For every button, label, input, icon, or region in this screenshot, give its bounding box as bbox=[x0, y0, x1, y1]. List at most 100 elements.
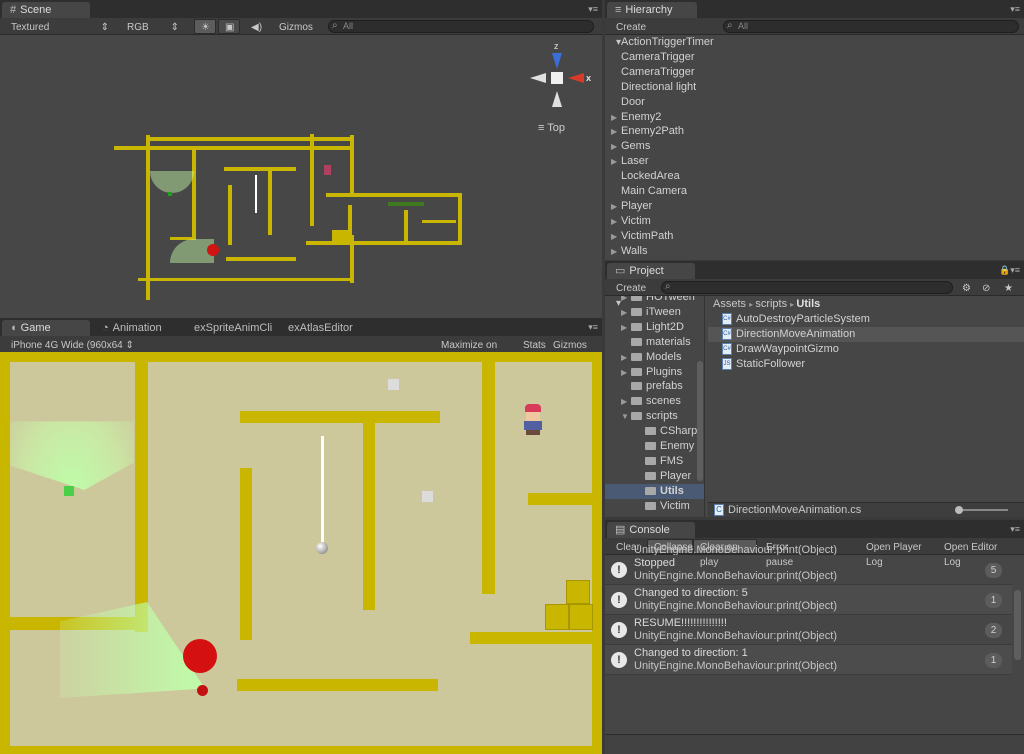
scene-tabbar: # Scene ▾≡ bbox=[0, 0, 602, 18]
hierarchy-item[interactable]: LockedArea bbox=[605, 169, 1024, 184]
asset-item[interactable]: C# AutoDestroyParticleSystem bbox=[708, 312, 1024, 327]
filter-label-icon[interactable]: ⊘ bbox=[975, 280, 995, 295]
expand-arrow-icon[interactable]: ▶ bbox=[611, 199, 621, 214]
game-viewport[interactable] bbox=[0, 352, 602, 754]
project-create-button[interactable]: Create ▾ bbox=[609, 280, 655, 309]
tab-scene[interactable]: # Scene bbox=[2, 2, 90, 18]
folder-tree: ▶ HOTween ▶ iTween ▶ Light2D materials ▶ Models ▶… bbox=[605, 296, 705, 517]
expand-arrow-icon[interactable]: ▶ bbox=[611, 124, 621, 139]
hierarchy-item[interactable]: Main Camera bbox=[605, 184, 1024, 199]
project-search-input[interactable] bbox=[661, 281, 953, 294]
hierarchy-item[interactable]: ▶ Victim bbox=[605, 214, 1024, 229]
audio-toggle[interactable]: ◀) bbox=[244, 19, 266, 34]
hierarchy-item[interactable]: ▶ Gems bbox=[605, 139, 1024, 154]
hierarchy-item-label: CameraTrigger bbox=[621, 50, 695, 63]
maximize-on-play-toggle[interactable]: Maximize on Play bbox=[434, 337, 518, 366]
panel-menu-icon[interactable]: ▾≡ bbox=[1010, 4, 1020, 14]
folder-tree-item[interactable]: CSharp bbox=[605, 424, 704, 439]
render-mode-dropdown[interactable]: RGB ⇕ bbox=[120, 19, 186, 34]
panel-menu-icon[interactable]: ▾≡ bbox=[588, 4, 598, 14]
tree-scrollbar[interactable] bbox=[697, 361, 703, 481]
asset-item[interactable]: C# DirectionMoveAnimation bbox=[708, 327, 1024, 342]
filter-type-icon[interactable]: ⚙ bbox=[955, 280, 975, 295]
icon-size-slider[interactable] bbox=[955, 506, 1008, 514]
hierarchy-item[interactable]: Door bbox=[605, 95, 1024, 110]
hierarchy-search-input[interactable]: All bbox=[723, 20, 1019, 33]
hierarchy-item[interactable]: ActionTriggerTimer bbox=[605, 35, 1024, 50]
shading-mode-dropdown[interactable]: Textured ⇕ bbox=[4, 19, 116, 34]
folder-tree-item[interactable]: ▶ Plugins bbox=[605, 365, 704, 380]
folder-tree-item[interactable]: Enemy bbox=[605, 439, 704, 454]
folder-tree-item[interactable]: ▶ HOTween bbox=[605, 296, 704, 305]
expand-arrow-icon[interactable]: ▶ bbox=[611, 154, 621, 169]
resolution-dropdown[interactable]: iPhone 4G Wide (960x64 ⇕ bbox=[4, 337, 144, 352]
view-label[interactable]: ≡ Top bbox=[538, 122, 565, 134]
tab-exatlaseditor[interactable]: exAtlasEditor bbox=[280, 320, 364, 336]
open-editor-log-button[interactable]: Open Editor Log bbox=[937, 539, 1017, 568]
hierarchy-item[interactable]: ▶ Laser bbox=[605, 154, 1024, 169]
expand-arrow-icon[interactable]: ▶ bbox=[621, 296, 631, 305]
console-entry[interactable]: ! Changed to direction: 5 UnityEngine.Mono… bbox=[605, 585, 1012, 615]
console-list: ! Stopped UnityEngine.MonoBehaviour:print(… bbox=[605, 555, 1012, 685]
expand-arrow-icon[interactable]: ▶ bbox=[621, 350, 631, 365]
tab-console[interactable]: ▤ Console bbox=[607, 522, 695, 538]
tab-project[interactable]: ▭ Project bbox=[607, 263, 695, 279]
console-entry[interactable]: ! Changed to direction: 1 UnityEngine.Mono… bbox=[605, 645, 1012, 675]
expand-arrow-icon[interactable]: ▶ bbox=[621, 305, 631, 320]
expand-arrow-icon[interactable]: ▶ bbox=[611, 139, 621, 154]
gizmos-dropdown[interactable]: Gizmos ▾ bbox=[272, 19, 324, 48]
expand-arrow-icon[interactable]: ▶ bbox=[611, 244, 621, 259]
hierarchy-item[interactable]: CameraTrigger bbox=[605, 50, 1024, 65]
folder-tree-item[interactable]: ▶ iTween bbox=[605, 305, 704, 320]
hierarchy-item[interactable]: ▶ Enemy2Path bbox=[605, 124, 1024, 139]
lock-icon[interactable]: 🔒▾≡ bbox=[999, 265, 1020, 275]
stats-toggle[interactable]: Stats bbox=[516, 337, 546, 352]
expand-arrow-icon[interactable]: ▶ bbox=[611, 229, 621, 244]
breadcrumb-item[interactable]: Utils bbox=[796, 298, 820, 310]
console-entry[interactable]: ! RESUME!!!!!!!!!!!!!!! UnityEngine.MonoBe… bbox=[605, 615, 1012, 645]
asset-item[interactable]: JS StaticFollower bbox=[708, 357, 1024, 372]
tab-exspriteanimcli[interactable]: exSpriteAnimCli bbox=[186, 320, 278, 336]
expand-arrow-icon[interactable]: ▶ bbox=[621, 365, 631, 380]
orientation-gizmo[interactable]: z x bbox=[528, 41, 598, 111]
scene-viewport[interactable]: z x ≡ Top bbox=[0, 35, 602, 318]
expand-arrow-icon[interactable]: ▶ bbox=[611, 110, 621, 125]
hierarchy-item[interactable]: CameraTrigger bbox=[605, 65, 1024, 80]
tab-hierarchy[interactable]: ≡ Hierarchy bbox=[607, 2, 697, 18]
expand-arrow-icon[interactable]: ▼ bbox=[621, 409, 631, 424]
folder-tree-item[interactable]: prefabs bbox=[605, 379, 704, 394]
expand-arrow-icon[interactable]: ▶ bbox=[621, 320, 631, 335]
folder-tree-item[interactable]: FMS bbox=[605, 454, 704, 469]
open-player-log-button[interactable]: Open Player Log bbox=[859, 539, 937, 568]
console-scrollbar[interactable] bbox=[1014, 590, 1021, 660]
tab-game[interactable]: ◖ Game bbox=[2, 320, 90, 336]
folder-tree-item[interactable]: Player bbox=[605, 469, 704, 484]
console-entry[interactable]: ! Stopped UnityEngine.MonoBehaviour:print(… bbox=[605, 555, 1012, 585]
hierarchy-item[interactable]: ▶ Player bbox=[605, 199, 1024, 214]
hierarchy-item[interactable]: Directional light bbox=[605, 80, 1024, 95]
tab-animation[interactable]: ◔ Animation bbox=[94, 320, 184, 336]
expand-arrow-icon[interactable]: ▶ bbox=[621, 394, 631, 409]
expand-arrow-icon[interactable]: ▶ bbox=[611, 214, 621, 229]
game-gizmos-dropdown[interactable]: Gizmos ▾ bbox=[546, 337, 598, 366]
favorites-star-icon[interactable]: ★ bbox=[997, 280, 1017, 295]
lighting-toggle[interactable]: ☀ bbox=[194, 19, 216, 34]
folder-tree-item[interactable]: ▼ scripts bbox=[605, 409, 704, 424]
scene-search-input[interactable]: All bbox=[328, 20, 594, 33]
folder-tree-item[interactable]: ▶ Light2D bbox=[605, 320, 704, 335]
folder-tree-item[interactable]: ▶ scenes bbox=[605, 394, 704, 409]
folder-tree-item[interactable]: materials bbox=[605, 335, 704, 350]
hierarchy-item[interactable]: ▶ Walls bbox=[605, 244, 1024, 259]
folder-tree-item[interactable]: Victim bbox=[605, 499, 704, 514]
asset-item[interactable]: C# DrawWaypointGizmo bbox=[708, 342, 1024, 357]
panel-menu-icon[interactable]: ▾≡ bbox=[588, 322, 598, 332]
hierarchy-item[interactable]: ▶ VictimPath bbox=[605, 229, 1024, 244]
hierarchy-create-button[interactable]: Create ▾ bbox=[609, 19, 655, 48]
breadcrumb-item[interactable]: Assets bbox=[713, 298, 746, 310]
hierarchy-item[interactable]: ▶ Enemy2 bbox=[605, 110, 1024, 125]
panel-menu-icon[interactable]: ▾≡ bbox=[1010, 524, 1020, 534]
folder-tree-item[interactable]: Utils bbox=[605, 483, 704, 499]
folder-tree-item[interactable]: ▶ Models bbox=[605, 350, 704, 365]
breadcrumb-item[interactable]: scripts bbox=[755, 298, 787, 310]
scene-image-toggle[interactable]: ▣ bbox=[218, 19, 240, 34]
